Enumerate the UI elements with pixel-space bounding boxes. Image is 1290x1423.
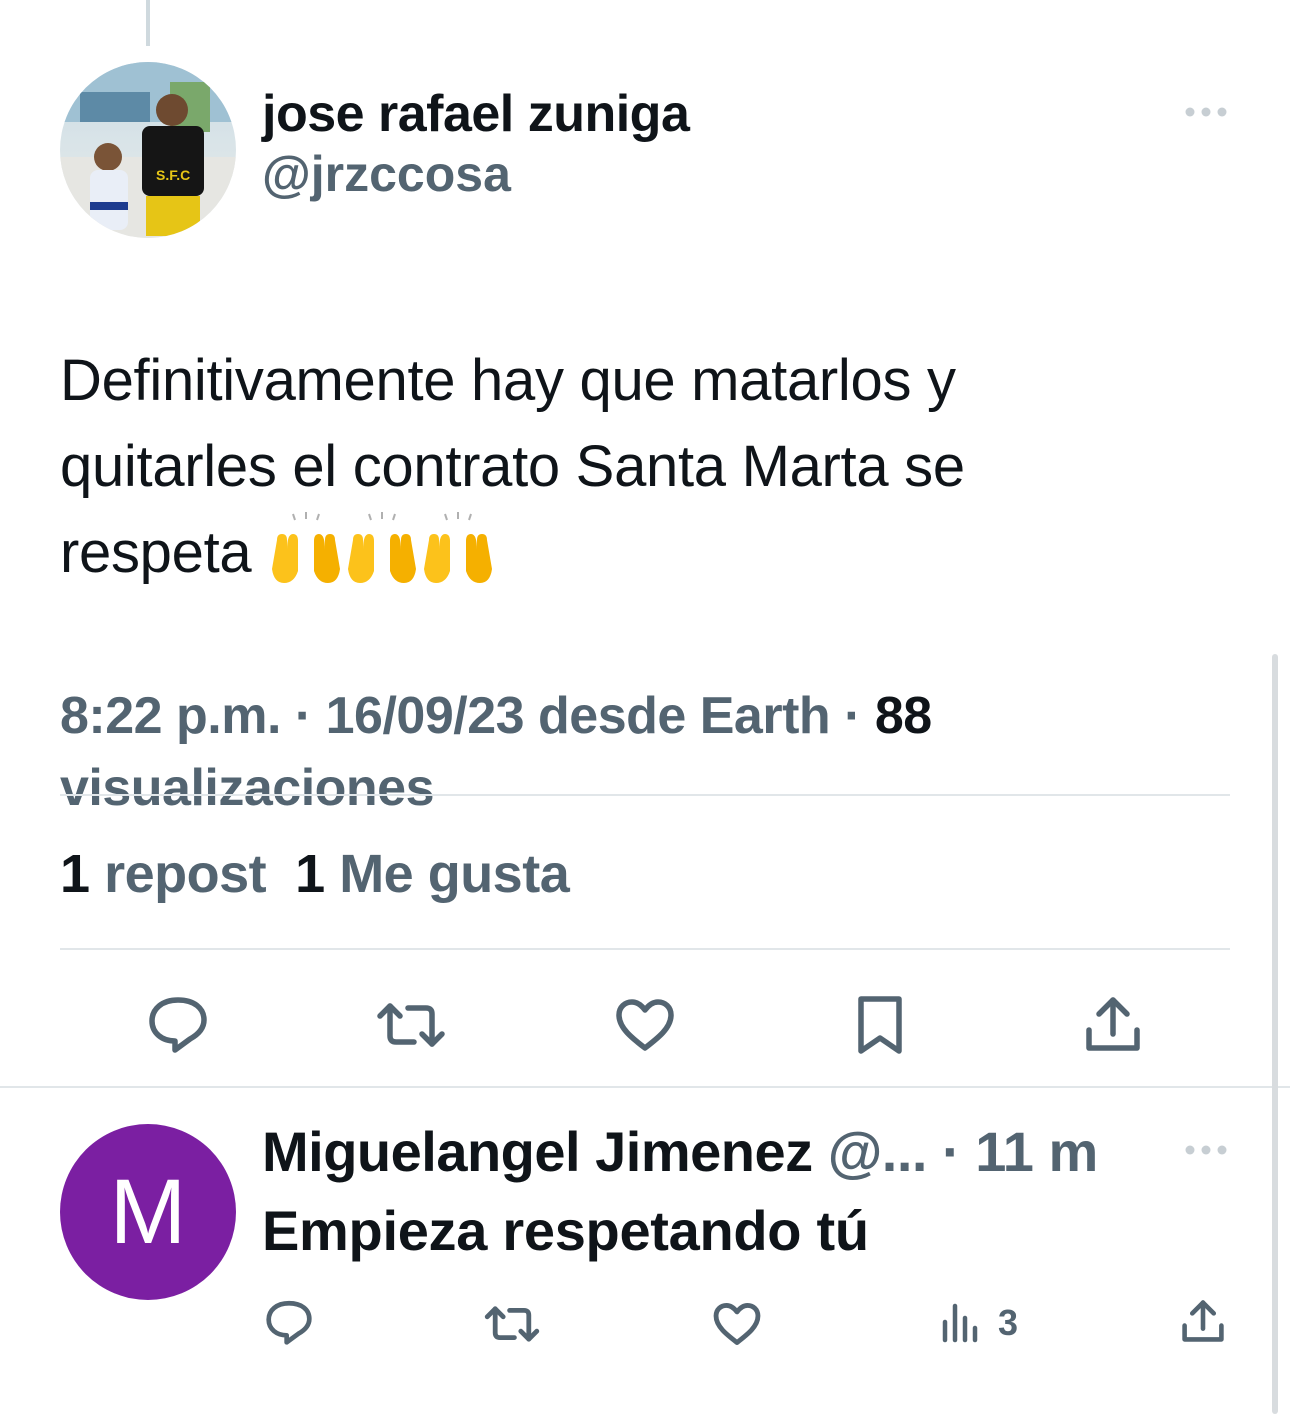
likes-label[interactable]: Me gusta	[339, 844, 570, 904]
divider	[0, 1086, 1290, 1088]
meta-separator: ·	[830, 687, 875, 745]
views-icon[interactable]	[940, 1300, 982, 1344]
reply-views-count[interactable]: 3	[998, 1302, 1018, 1344]
reply-time[interactable]: 11 m	[975, 1120, 1098, 1183]
reply-author-name[interactable]: Miguelangel Jimenez	[262, 1120, 813, 1183]
share-icon[interactable]	[1084, 994, 1142, 1054]
likes-count[interactable]: 1	[295, 844, 325, 904]
reply-header: Miguelangel Jimenez @... · 11 m	[262, 1118, 1162, 1186]
reposts-label[interactable]: repost	[104, 844, 267, 904]
tweet-text: Definitivamente hay que matarlos y quita…	[60, 338, 1220, 596]
thread-connector-line	[146, 0, 150, 46]
reposts-count[interactable]: 1	[60, 844, 90, 904]
reply-avatar[interactable]: M	[60, 1124, 236, 1300]
raising-hands-emoji-3	[424, 512, 493, 583]
more-options-icon[interactable]	[1182, 1138, 1230, 1162]
like-icon[interactable]	[614, 998, 676, 1052]
tweet-text-line-1: Definitivamente hay que matarlos y	[60, 348, 956, 413]
repost-icon[interactable]	[484, 1302, 540, 1346]
repost-icon[interactable]	[376, 998, 446, 1052]
tweet-meta: 8:22 p.m. · 16/09/23 desde Earth · 88 vi…	[60, 680, 1230, 824]
reply-text: Empieza respetando tú	[262, 1199, 869, 1262]
views-count[interactable]: 88	[875, 687, 932, 745]
reply-separator: ·	[926, 1120, 976, 1183]
tweet-text-line-3-text: respeta	[60, 520, 252, 585]
views-label[interactable]: visualizaciones	[60, 752, 1230, 824]
tweet-time[interactable]: 8:22 p.m.	[60, 687, 281, 745]
engagement-stats: 1 repost 1 Me gusta	[60, 838, 570, 910]
author-handle[interactable]: @jrzccosa	[262, 144, 689, 204]
tweet-text-line-3: respeta	[60, 510, 1220, 596]
bookmark-icon[interactable]	[856, 994, 904, 1056]
raising-hands-emoji-2	[348, 512, 417, 583]
like-icon[interactable]	[712, 1302, 762, 1346]
svg-text:S.F.C: S.F.C	[156, 167, 190, 183]
reply-author-handle[interactable]: @...	[828, 1120, 928, 1183]
share-icon[interactable]	[1180, 1298, 1226, 1344]
tweet-text-line-2: quitarles el contrato Santa Marta se	[60, 434, 965, 499]
tweet-source: desde Earth	[524, 687, 831, 745]
divider	[60, 794, 1230, 796]
tweet-date[interactable]: 16/09/23	[326, 687, 525, 745]
meta-separator: ·	[280, 687, 326, 745]
author-avatar[interactable]: S.F.C	[60, 62, 236, 238]
reply-icon[interactable]	[146, 994, 210, 1054]
reply-icon[interactable]	[264, 1298, 314, 1346]
author-name[interactable]: jose rafael zuniga	[262, 84, 690, 144]
scrollbar[interactable]	[1272, 654, 1278, 1414]
avatar-photo: S.F.C	[60, 62, 236, 238]
divider	[60, 948, 1230, 950]
more-options-icon[interactable]	[1182, 100, 1230, 124]
raising-hands-emoji-1	[272, 512, 341, 583]
